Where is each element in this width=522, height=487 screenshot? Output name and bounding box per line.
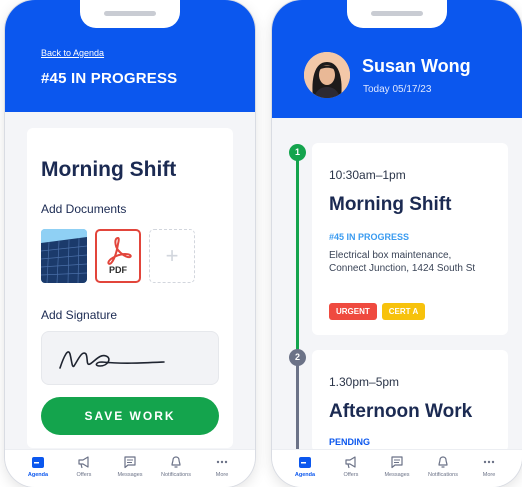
chat-icon (391, 456, 403, 469)
job-card: Morning Shift Add Documents PDF + Add Si… (27, 128, 233, 448)
megaphone-icon (78, 456, 89, 469)
cert-a-badge: CERT A (381, 303, 426, 320)
add-document-button[interactable]: + (149, 229, 195, 283)
pdf-icon (107, 237, 132, 265)
save-work-button[interactable]: SAVE WORK (41, 397, 219, 435)
add-signature-label: Add Signature (41, 308, 118, 322)
user-avatar[interactable] (304, 52, 350, 98)
event-title: Morning Shift (329, 194, 452, 215)
nav-notifications[interactable]: Notifications (156, 455, 196, 478)
bell-icon (171, 456, 181, 468)
nav-messages[interactable]: Messages (377, 455, 417, 478)
user-name: Susan Wong (362, 56, 471, 76)
solar-panel-photo-thumbnail[interactable] (41, 229, 87, 283)
nav-offers[interactable]: Offers (64, 455, 104, 478)
bell-icon (438, 456, 448, 468)
calendar-icon (32, 457, 44, 468)
timeline-marker-1: 1 (289, 144, 306, 161)
job-title: #45 IN PROGRESS (41, 70, 178, 87)
event-status: PENDING (329, 437, 371, 447)
documents-row: PDF + (41, 229, 195, 283)
bottom-navigation: Agenda Offers Messages Notifications Mor… (5, 449, 255, 487)
pdf-document-thumbnail[interactable]: PDF (95, 229, 141, 283)
nav-agenda[interactable]: Agenda (285, 455, 325, 478)
calendar-icon (299, 457, 311, 468)
timeline-marker-2: 2 (289, 349, 306, 366)
event-address: Electrical box maintenance, Connect Junc… (329, 250, 476, 274)
more-icon (483, 460, 495, 464)
pdf-label: PDF (109, 265, 127, 275)
nav-notifications[interactable]: Notifications (423, 455, 463, 478)
add-documents-label: Add Documents (41, 202, 127, 216)
chat-icon (124, 456, 136, 469)
nav-more[interactable]: More (469, 455, 509, 478)
event-title: Afternoon Work (329, 401, 473, 422)
profile-header: Susan Wong Today 05/17/23 (272, 0, 522, 118)
back-to-agenda-link[interactable]: Back to Agenda (41, 48, 104, 58)
more-icon (216, 460, 228, 464)
nav-more[interactable]: More (202, 455, 242, 478)
job-header: Back to Agenda #45 IN PROGRESS (5, 0, 255, 112)
megaphone-icon (345, 456, 356, 469)
signature-drawing (59, 351, 165, 369)
nav-messages[interactable]: Messages (110, 455, 150, 478)
urgent-badge: URGENT (329, 303, 377, 320)
event-time: 1.30pm–5pm (329, 375, 400, 389)
job-detail-screen: Back to Agenda #45 IN PROGRESS Morning S… (5, 0, 255, 487)
current-date: Today 05/17/23 (363, 84, 432, 95)
phone-notch (80, 0, 180, 28)
event-card-morning-shift[interactable]: 10:30am–1pm Morning Shift #45 IN PROGRES… (312, 143, 508, 335)
nav-offers[interactable]: Offers (331, 455, 371, 478)
shift-title: Morning Shift (41, 158, 177, 181)
timeline-line-pending (296, 355, 299, 455)
phone-notch (347, 0, 447, 28)
agenda-screen: Susan Wong Today 05/17/23 1 2 10:30am–1p… (272, 0, 522, 487)
timeline-line-active (296, 150, 299, 350)
event-time: 10:30am–1pm (329, 168, 406, 182)
event-tags: URGENT CERT A (329, 303, 426, 320)
bottom-navigation: Agenda Offers Messages Notifications Mor… (272, 449, 522, 487)
event-status: #45 IN PROGRESS (329, 232, 410, 242)
nav-agenda[interactable]: Agenda (18, 455, 58, 478)
signature-pad[interactable] (41, 331, 219, 385)
event-card-afternoon-work[interactable]: 1.30pm–5pm Afternoon Work PENDING (312, 350, 508, 452)
